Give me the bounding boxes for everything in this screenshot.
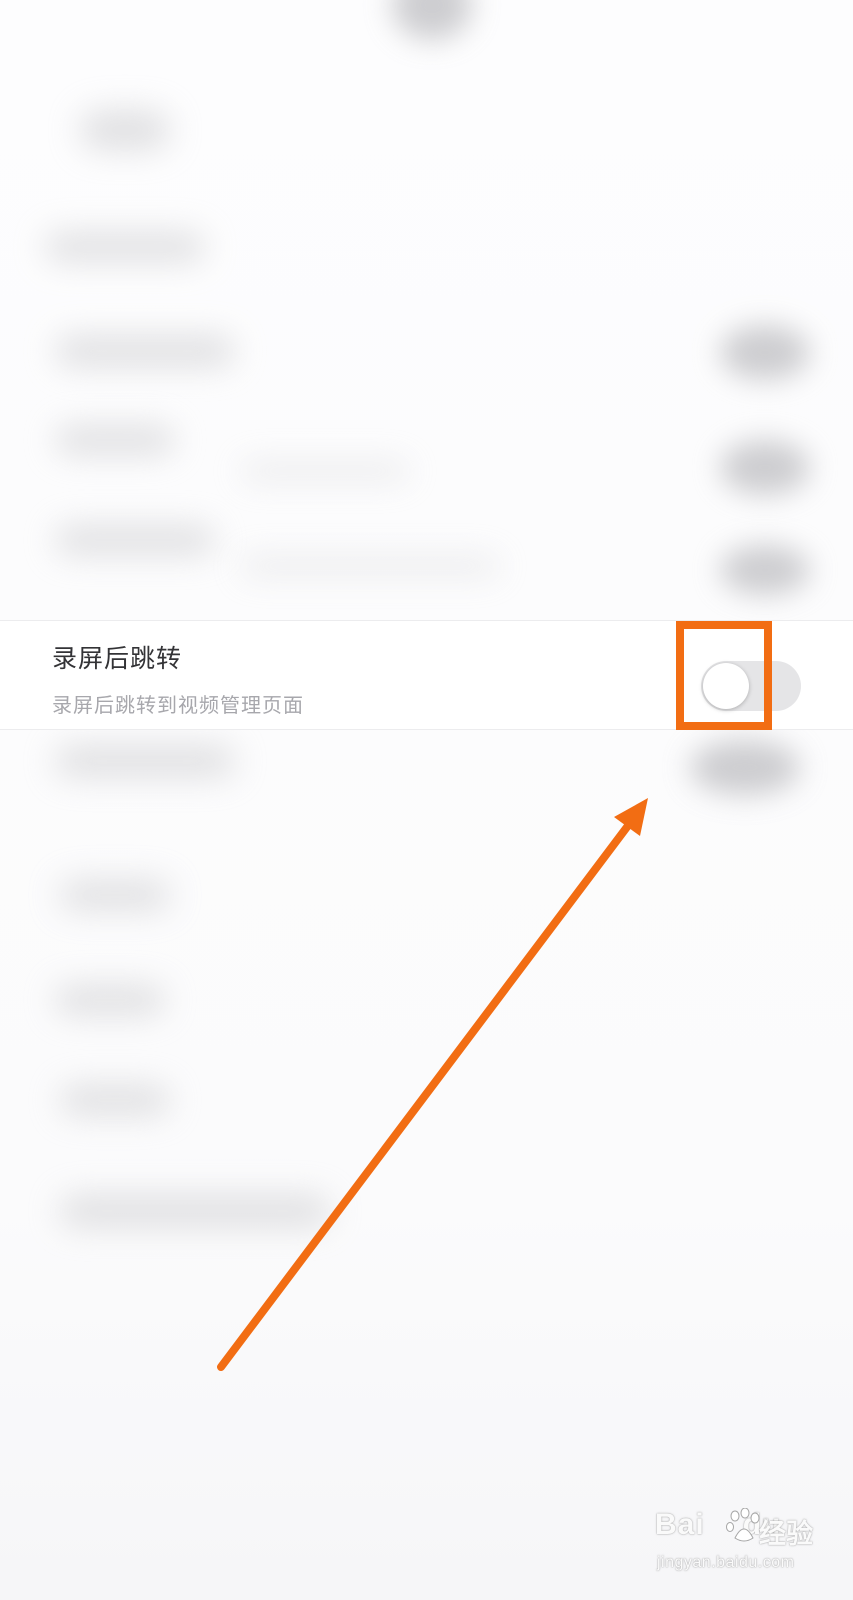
- arrow-shaft: [217, 819, 634, 1371]
- baidu-jingyan-watermark: Bai du 经验 jingyan.baidu.com: [655, 1508, 835, 1588]
- watermark-brand-bai: Bai: [655, 1508, 705, 1541]
- baidu-paw-icon: [726, 1508, 760, 1542]
- watermark-url: jingyan.baidu.com: [657, 1554, 795, 1571]
- arrow-head: [614, 798, 648, 836]
- watermark-product: 经验: [759, 1519, 813, 1550]
- arrow-icon: [217, 798, 648, 1371]
- settings-screen: 录屏后跳转 录屏后跳转到视频管理页面 Bai du 经验 jingyan.baid…: [0, 0, 853, 1600]
